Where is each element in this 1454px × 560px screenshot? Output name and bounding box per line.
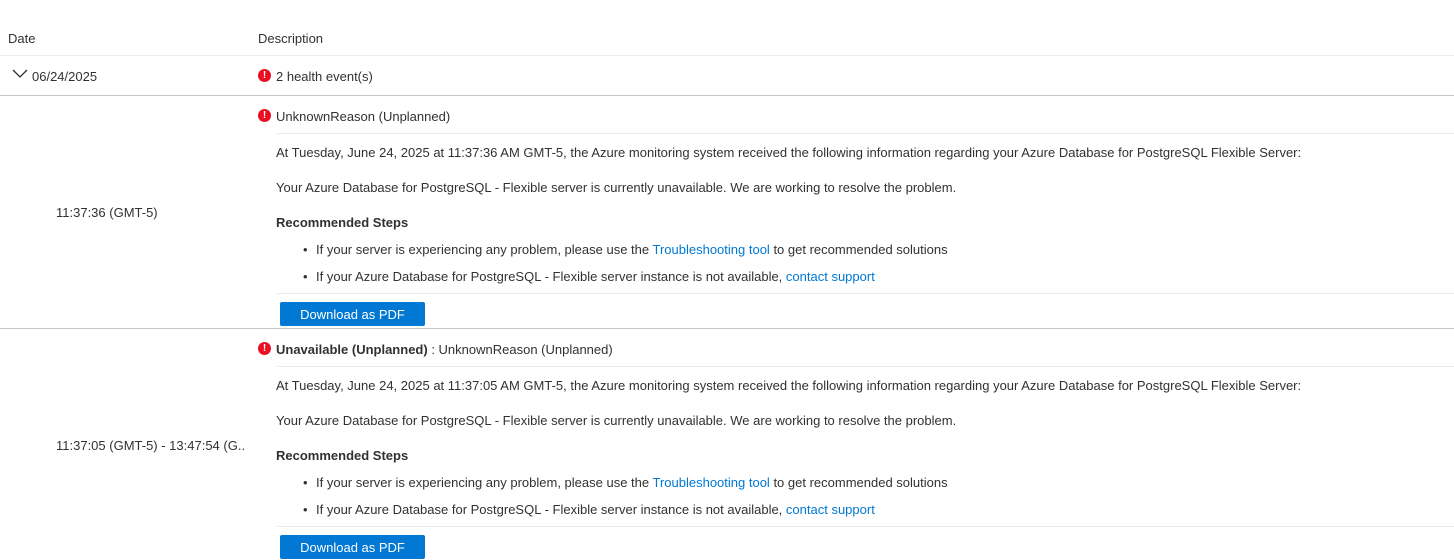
troubleshooting-tool-link[interactable]: Troubleshooting tool xyxy=(653,242,770,257)
divider xyxy=(276,133,1454,134)
recommended-steps-heading: Recommended Steps xyxy=(276,215,409,230)
date-column-header[interactable]: Date xyxy=(8,31,35,46)
health-event-row: 11:37:05 (GMT-5) - 13:47:54 (G... ! Unav… xyxy=(0,329,1454,560)
error-circle-icon: ! xyxy=(258,109,271,122)
recommended-step: • If your Azure Database for PostgreSQL -… xyxy=(303,502,875,517)
health-event-row: 11:37:36 (GMT-5) ! UnknownReason (Unplan… xyxy=(0,96,1454,329)
event-info: At Tuesday, June 24, 2025 at 11:37:36 AM… xyxy=(276,145,1302,160)
date-group-row[interactable]: 06/24/2025 ! 2 health event(s) xyxy=(0,56,1454,96)
group-date: 06/24/2025 xyxy=(32,69,98,84)
event-status: Your Azure Database for PostgreSQL - Fle… xyxy=(276,413,957,428)
event-title: UnknownReason (Unplanned) xyxy=(276,109,450,124)
step-text: If your Azure Database for PostgreSQL - … xyxy=(316,269,786,284)
download-pdf-button[interactable]: Download as PDF xyxy=(280,302,425,326)
step-text: If your server is experiencing any probl… xyxy=(316,475,653,490)
chevron-down-icon[interactable] xyxy=(12,69,28,79)
divider xyxy=(276,526,1454,527)
divider xyxy=(276,293,1454,294)
error-circle-icon: ! xyxy=(258,69,271,82)
event-title-text: UnknownReason (Unplanned) xyxy=(276,109,451,124)
contact-support-link[interactable]: contact support xyxy=(786,269,875,284)
step-text: If your server is experiencing any probl… xyxy=(316,242,653,257)
recommended-step: • If your server is experiencing any prob… xyxy=(303,242,948,257)
step-text: If your Azure Database for PostgreSQL - … xyxy=(316,502,786,517)
event-title-text: : UnknownReason (Unplanned) xyxy=(427,342,613,357)
troubleshooting-tool-link[interactable]: Troubleshooting tool xyxy=(653,475,770,490)
group-summary: 2 health event(s) xyxy=(276,69,373,84)
contact-support-link[interactable]: contact support xyxy=(786,502,875,517)
divider xyxy=(276,366,1454,367)
recommended-step: • If your Azure Database for PostgreSQL -… xyxy=(303,269,875,284)
event-info: At Tuesday, June 24, 2025 at 11:37:05 AM… xyxy=(276,378,1302,393)
bullet-icon: • xyxy=(303,269,308,284)
recommended-steps-heading: Recommended Steps xyxy=(276,448,409,463)
download-pdf-button[interactable]: Download as PDF xyxy=(280,535,425,559)
event-time: 11:37:36 (GMT-5) xyxy=(56,205,158,220)
error-circle-icon: ! xyxy=(258,342,271,355)
event-status: Your Azure Database for PostgreSQL - Fle… xyxy=(276,180,957,195)
step-text-after: to get recommended solutions xyxy=(769,475,948,490)
description-column-header[interactable]: Description xyxy=(258,31,323,46)
recommended-step: • If your server is experiencing any prob… xyxy=(303,475,948,490)
bullet-icon: • xyxy=(303,502,308,517)
bullet-icon: • xyxy=(303,242,308,257)
event-title: Unavailable (Unplanned) : UnknownReason … xyxy=(276,342,613,357)
event-title-bold: Unavailable (Unplanned) xyxy=(276,342,428,357)
table-header: Date Description xyxy=(0,0,1454,56)
health-history-page: Date Description 06/24/2025 ! 2 health e… xyxy=(0,0,1454,560)
event-time: 11:37:05 (GMT-5) - 13:47:54 (G... xyxy=(56,438,246,453)
bullet-icon: • xyxy=(303,475,308,490)
step-text-after: to get recommended solutions xyxy=(769,242,948,257)
